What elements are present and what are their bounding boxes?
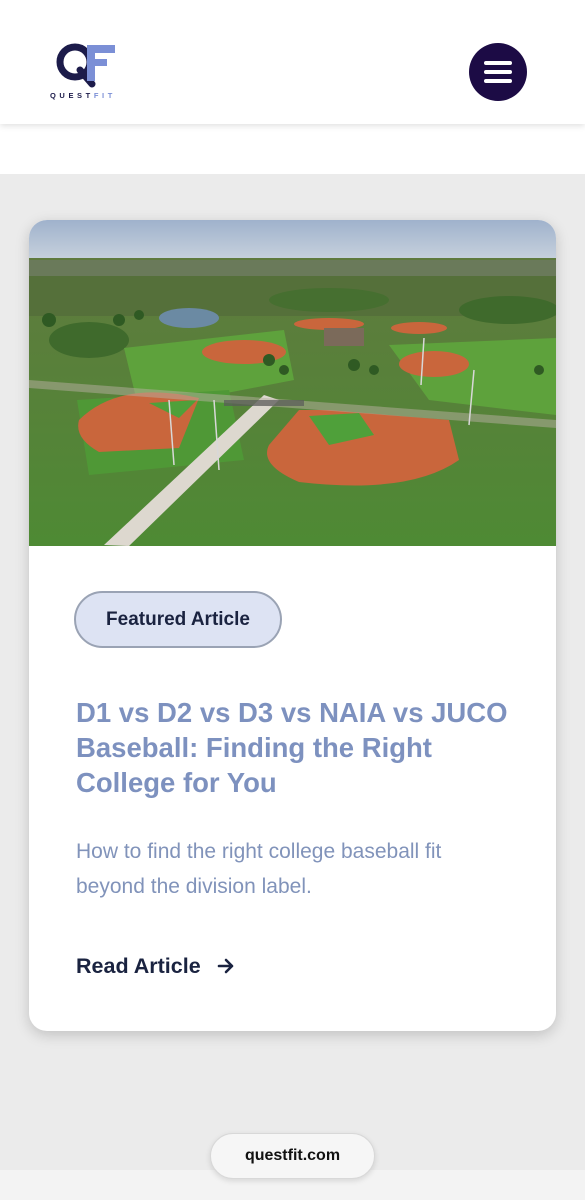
read-article-label: Read Article [76,953,201,978]
questfit-logo[interactable]: QUESTFIT [50,40,140,102]
logo-word-fit: FIT [93,91,116,100]
hamburger-icon [484,61,512,65]
menu-button[interactable] [469,43,527,101]
featured-badge: Featured Article [74,591,282,648]
logo-wordmark: QUESTFIT [50,91,134,100]
read-article-link[interactable]: Read Article [76,951,235,981]
header-spacer [0,124,585,174]
article-card[interactable]: Featured Article D1 vs D2 vs D3 vs NAIA … [29,220,556,1031]
hamburger-icon-line [484,79,512,83]
article-title[interactable]: D1 vs D2 vs D3 vs NAIA vs JUCO Baseball:… [76,695,526,800]
arrow-right-icon [217,958,233,974]
logo-word-quest: QUEST [50,91,94,100]
hamburger-icon-line [484,70,512,74]
site-header: QUESTFIT [0,0,585,124]
baseball-complex-aerial-image [29,220,556,546]
article-summary: How to find the right college baseball f… [76,840,442,898]
browser-url-pill[interactable]: questfit.com [210,1133,375,1179]
logo-mark-icon [56,43,115,88]
article-image[interactable] [29,220,556,546]
